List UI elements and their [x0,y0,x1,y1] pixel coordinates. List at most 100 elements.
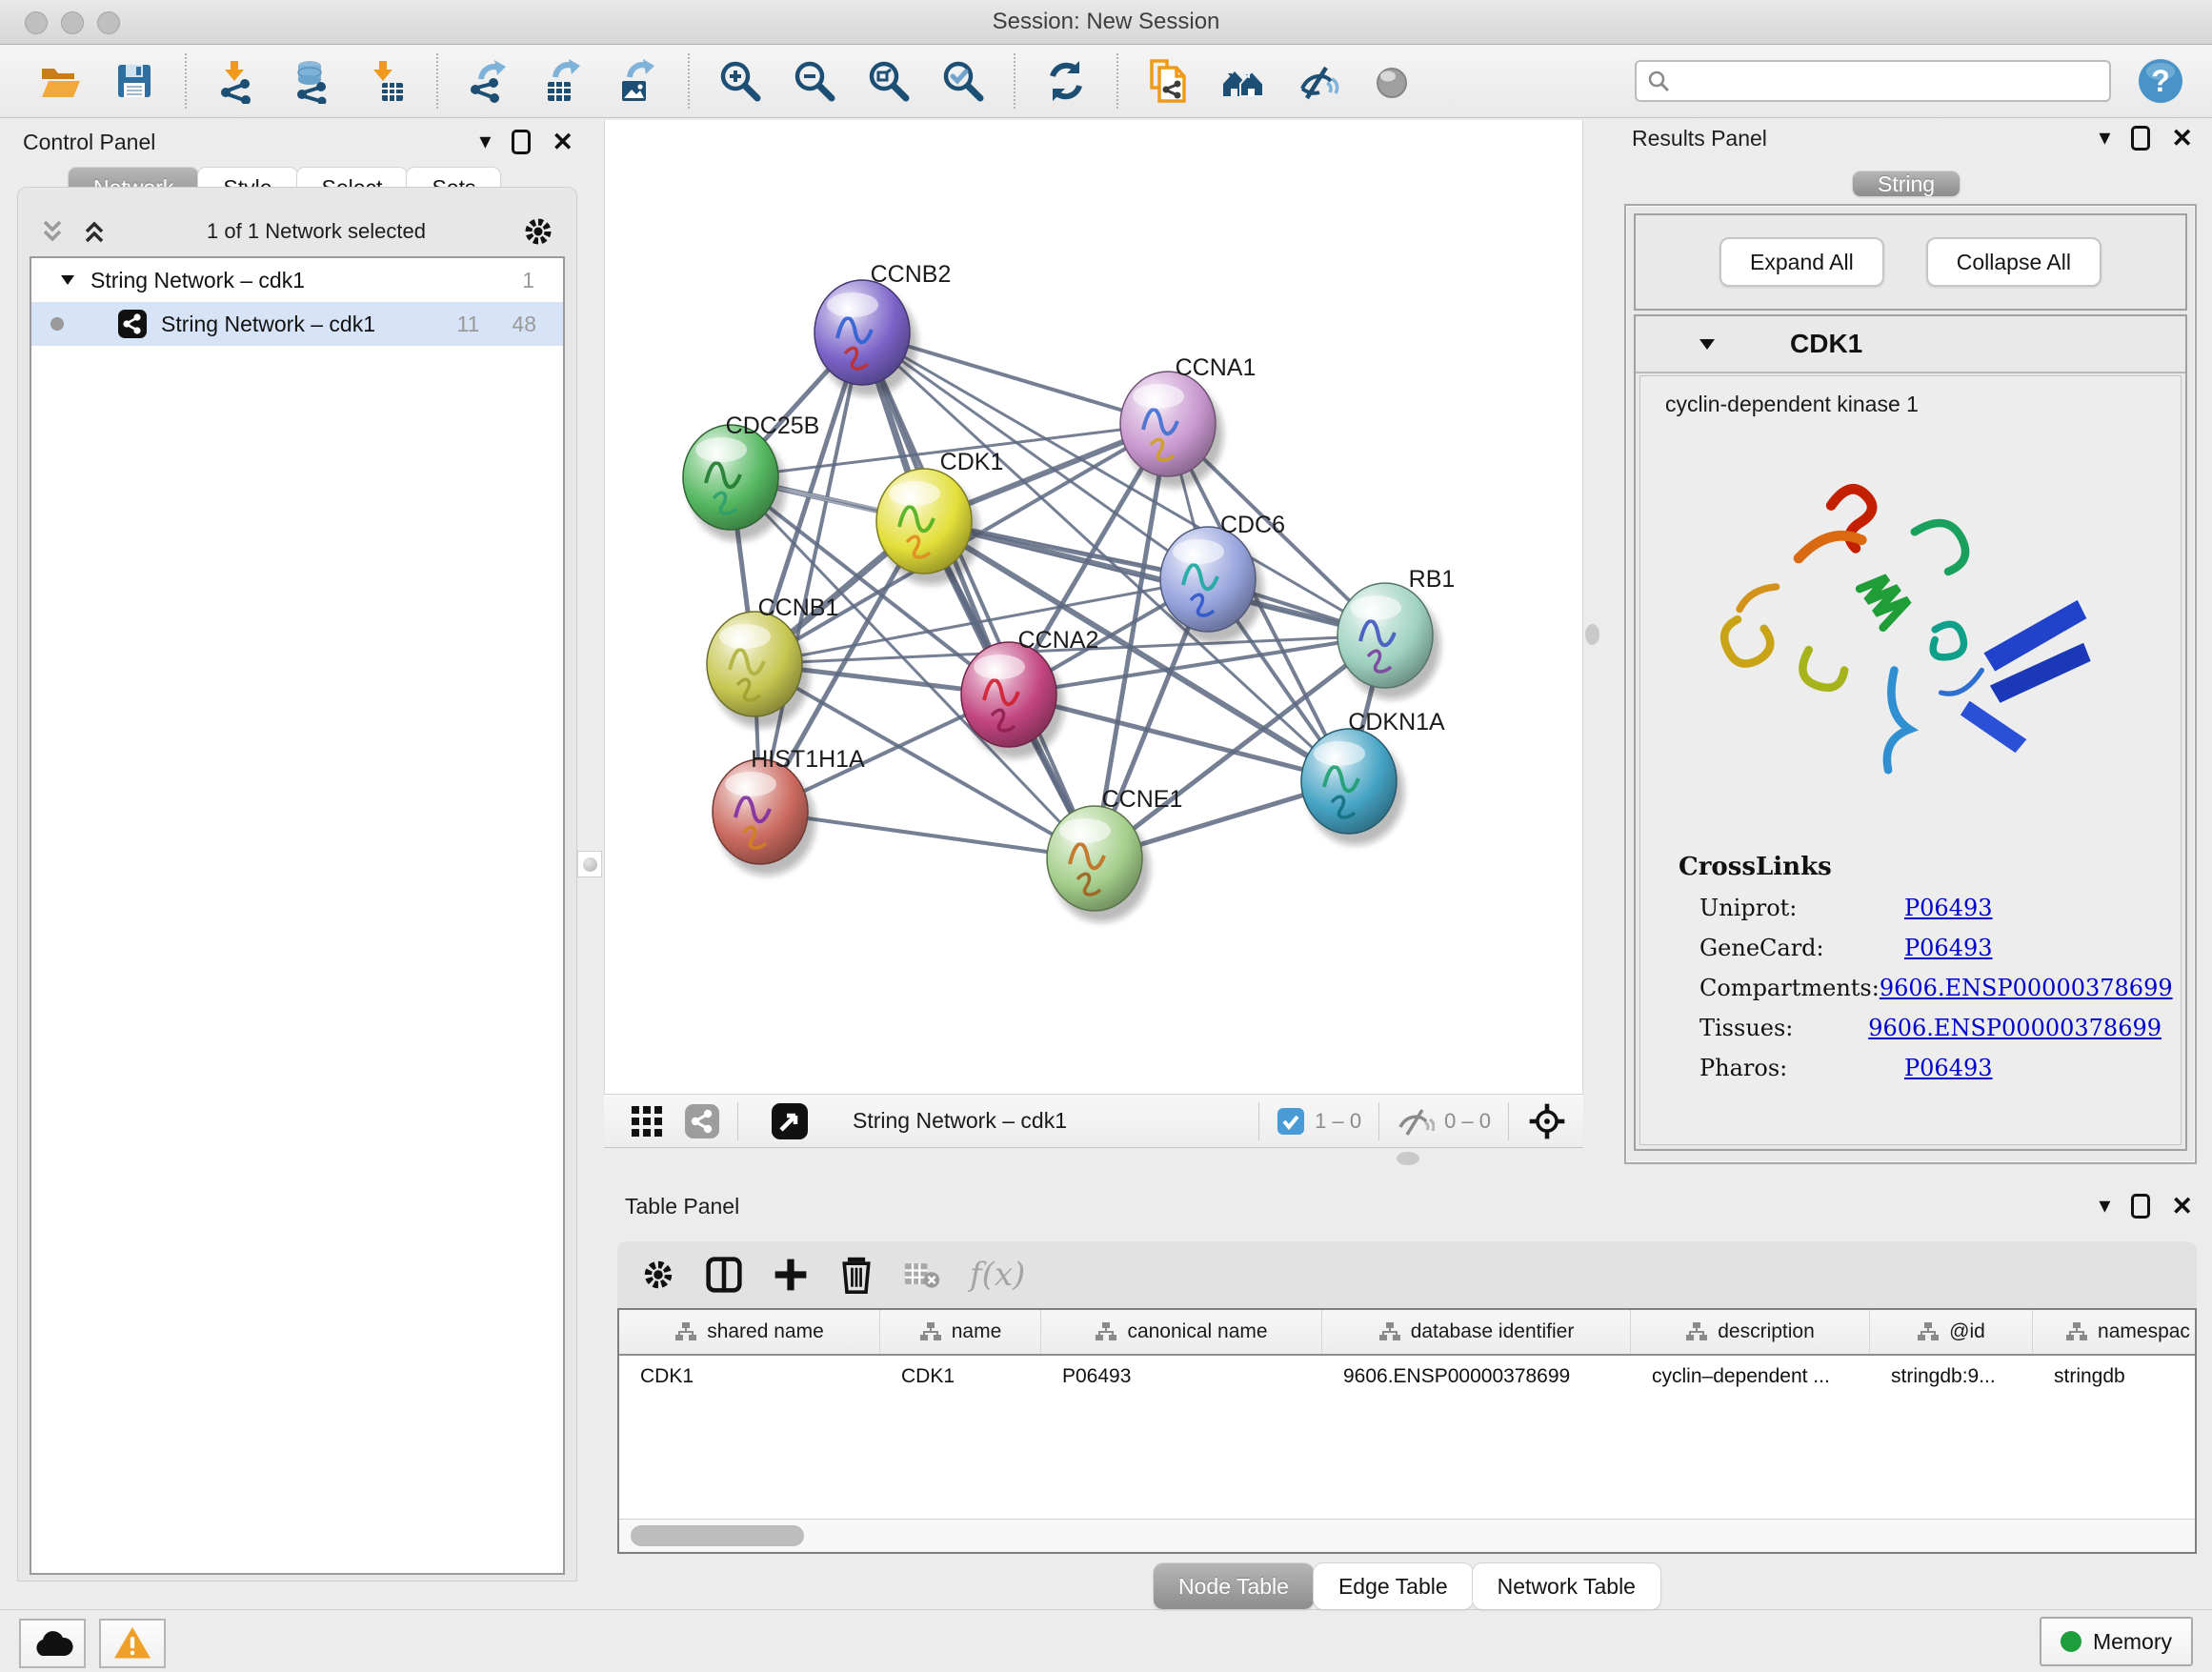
network-options-gear-icon[interactable] [521,214,555,249]
network-row[interactable]: String Network – cdk1 11 48 [31,302,563,346]
hide-eye-icon[interactable] [1293,56,1342,106]
zoom-in-icon[interactable] [715,56,765,106]
table-panel-close-icon[interactable]: ✕ [2171,1192,2193,1220]
selected-checkbox-icon[interactable] [1277,1107,1305,1136]
toolbar-separator [688,53,690,109]
right-splitter-handle[interactable] [1585,624,1599,645]
export-network-icon[interactable] [464,56,513,106]
create-column-icon[interactable] [772,1256,810,1294]
crosslink-uniprot-link[interactable]: P06493 [1904,895,1993,921]
network-node-cdc6[interactable] [1160,527,1263,643]
network-edge-ccnb2-hist1h1a[interactable] [760,332,862,812]
network-node-ccna2[interactable] [961,642,1064,758]
collapse-all-button[interactable]: Collapse All [1926,237,2101,287]
column-header-description[interactable]: description [1631,1310,1870,1354]
table-row[interactable]: CDK1CDK1P064939606.ENSP00000378699cyclin… [619,1356,2195,1398]
column-header-namespac[interactable]: namespac [2033,1310,2197,1354]
section-expander-icon[interactable] [1699,337,1716,352]
tree-expander-icon[interactable] [60,273,75,287]
table-cell--id[interactable]: stringdb:9... [1870,1356,2033,1398]
delete-table-icon[interactable] [903,1259,941,1290]
crosslink-compartments-link[interactable]: 9606.ENSP00000378699 [1880,975,2173,1001]
zoom-out-icon[interactable] [790,56,839,106]
table-cell-description[interactable]: cyclin–dependent ... [1631,1356,1870,1398]
network-node-ccnb2[interactable] [814,280,917,396]
search-input[interactable] [1671,68,2084,94]
table-cell-namespac[interactable]: stringdb [2033,1356,2197,1398]
function-builder-icon[interactable]: f(x) [970,1256,1025,1294]
homes-icon[interactable] [1218,56,1268,106]
column-header-shared-name[interactable]: shared name [619,1310,880,1354]
refresh-icon[interactable] [1041,56,1091,106]
warnings-button[interactable] [99,1619,166,1668]
zoom-selected-icon[interactable] [938,56,988,106]
node-label-cdc25b: CDC25B [726,413,820,439]
network-edge-count: 48 [512,312,536,337]
import-network-file-icon[interactable] [212,56,262,106]
grid-view-icon[interactable] [629,1103,665,1139]
network-node-cdk1[interactable] [876,469,979,585]
search-box[interactable] [1635,60,2111,102]
gene-section-header[interactable]: CDK1 [1636,316,2185,373]
fit-selected-crosshair-icon[interactable] [1526,1100,1568,1142]
cloud-button[interactable] [19,1619,86,1668]
tab-network-table[interactable]: Network Table [1473,1563,1660,1609]
network-view[interactable]: CCNB2CCNA1CDC25BCDK1CDC6RB1CCNB1CCNA2CDK… [604,120,1583,1094]
crosslink-genecard-link[interactable]: P06493 [1904,935,1993,961]
expand-all-button[interactable]: Expand All [1719,237,1884,287]
crosslink-pharos-link[interactable]: P06493 [1904,1055,1993,1081]
results-panel-menu-icon[interactable]: ▾ [2099,124,2110,152]
network-thumbnail-icon[interactable] [684,1103,720,1139]
crosslink-tissues-link[interactable]: 9606.ENSP00000378699 [1868,1015,2162,1041]
open-file-icon[interactable] [35,56,85,106]
table-panel-float-icon[interactable] [2131,1194,2150,1219]
help-button[interactable]: ? [2136,56,2185,106]
left-splitter-handle[interactable] [577,851,602,877]
table-cell-database-identifier[interactable]: 9606.ENSP00000378699 [1322,1356,1631,1398]
network-node-ccna1[interactable] [1120,372,1223,488]
table-cell-shared-name[interactable]: CDK1 [619,1356,880,1398]
svg-text:?: ? [2151,64,2170,98]
control-panel-close-icon[interactable]: ✕ [552,128,573,156]
scrollbar-thumb[interactable] [631,1525,804,1546]
expand-all-icon[interactable] [79,217,111,246]
bottom-splitter-handle[interactable] [1397,1152,1419,1165]
column-header-canonical-name[interactable]: canonical name [1041,1310,1322,1354]
results-panel-float-icon[interactable] [2131,126,2150,151]
table-horizontal-scrollbar[interactable] [619,1519,2195,1552]
network-node-cdc25b[interactable] [683,425,786,541]
table-panel-menu-icon[interactable]: ▾ [2099,1192,2110,1220]
tab-node-table[interactable]: Node Table [1154,1563,1314,1609]
birdseye-toggle-icon[interactable] [771,1102,809,1140]
network-node-rb1[interactable] [1337,583,1440,699]
control-panel-menu-icon[interactable]: ▾ [479,128,491,156]
table-cell-canonical-name[interactable]: P06493 [1041,1356,1322,1398]
network-node-cdkn1a[interactable] [1301,729,1404,845]
show-eye-icon[interactable] [1367,56,1417,106]
import-table-file-icon[interactable] [361,56,411,106]
network-node-ccne1[interactable] [1047,806,1150,922]
results-panel-close-icon[interactable]: ✕ [2171,124,2193,152]
network-collection-row[interactable]: String Network – cdk1 1 [31,258,563,302]
zoom-fit-icon[interactable] [864,56,914,106]
export-table-icon[interactable] [538,56,588,106]
export-image-icon[interactable] [613,56,662,106]
memory-button[interactable]: Memory [2040,1617,2193,1666]
table-options-gear-icon[interactable] [640,1257,676,1293]
delete-column-icon[interactable] [838,1256,875,1294]
string-document-icon[interactable] [1144,56,1194,106]
column-header--id[interactable]: @id [1870,1310,2033,1354]
tab-edge-table[interactable]: Edge Table [1314,1563,1473,1609]
control-panel-float-icon[interactable] [512,130,531,154]
table-cell-name[interactable]: CDK1 [880,1356,1041,1398]
hidden-eye-icon[interactable] [1397,1106,1435,1137]
save-session-icon[interactable] [110,56,159,106]
tab-string[interactable]: String [1853,171,1960,196]
show-columns-icon[interactable] [705,1256,743,1294]
collapse-all-icon[interactable] [37,217,70,246]
network-node-hist1h1a[interactable] [713,759,815,876]
network-edge-ccnb2-ccne1[interactable] [862,332,1095,858]
column-header-name[interactable]: name [880,1310,1041,1354]
import-network-database-icon[interactable] [287,56,336,106]
column-header-database-identifier[interactable]: database identifier [1322,1310,1631,1354]
